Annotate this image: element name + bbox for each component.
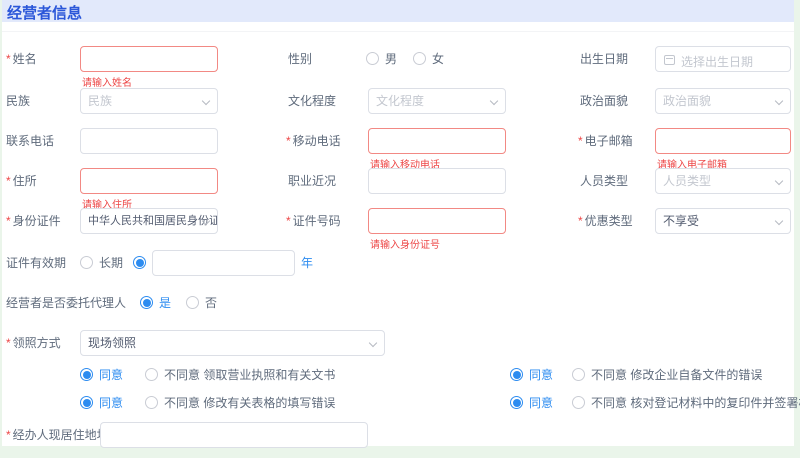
page-title: 经营者信息 <box>7 2 82 23</box>
agreement4-agree-label[interactable]: 同意 <box>529 397 553 410</box>
person-type-label: 人员类型 <box>580 168 628 194</box>
agreement3-agree-label[interactable]: 同意 <box>99 397 123 410</box>
agreement1-disagree-label[interactable]: 不同意 领取营业执照和有关文书 <box>164 369 335 382</box>
header-divider <box>2 31 794 32</box>
license-method-label: *领照方式 <box>6 330 61 356</box>
operator-info-page: 经营者信息 *姓名 请输入姓名 性别 男 女 出生日期 选择出生日期 民族 民族… <box>0 0 800 458</box>
agreement2-disagree-radio[interactable] <box>572 368 585 381</box>
agreement4-disagree-label[interactable]: 不同意 核对登记材料中的复印件并签署核对意见 <box>591 397 800 410</box>
name-label: *姓名 <box>6 46 37 72</box>
chevron-down-icon <box>202 218 210 226</box>
agreement2-disagree-label[interactable]: 不同意 修改企业自备文件的错误 <box>591 369 762 382</box>
gender-label: 性别 <box>288 46 312 72</box>
agreement3-agree-radio[interactable] <box>80 396 93 409</box>
name-input[interactable] <box>80 46 218 72</box>
id-number-label: *证件号码 <box>286 208 341 234</box>
agreement1-agree-radio[interactable] <box>80 368 93 381</box>
agreement1-disagree-radio[interactable] <box>145 368 158 381</box>
person-type-select[interactable]: 人员类型 <box>655 168 791 194</box>
id-type-label: *身份证件 <box>6 208 61 234</box>
validity-longterm-radio[interactable] <box>80 256 93 269</box>
id-type-select[interactable]: 中华人民共和国居民身份证 <box>80 208 218 234</box>
id-number-error: 请输入身份证号 <box>370 236 440 251</box>
email-label: *电子邮箱 <box>578 128 633 154</box>
agreement1-agree-label[interactable]: 同意 <box>99 369 123 382</box>
occupation-input[interactable] <box>368 168 506 194</box>
year-suffix-label: 年 <box>301 257 313 270</box>
gender-male-radio[interactable] <box>366 52 379 65</box>
handler-address-input[interactable] <box>100 422 368 448</box>
mobile-phone-input[interactable] <box>368 128 506 154</box>
discount-type-label: *优惠类型 <box>578 208 633 234</box>
validity-years-radio[interactable] <box>133 256 146 269</box>
validity-years-input[interactable] <box>152 250 295 276</box>
section-header: 经营者信息 <box>2 0 794 22</box>
political-status-label: 政治面貌 <box>580 88 628 114</box>
ethnicity-select[interactable]: 民族 <box>80 88 218 114</box>
gender-female-radio[interactable] <box>413 52 426 65</box>
email-input[interactable] <box>655 128 791 154</box>
agreement4-agree-radio[interactable] <box>510 396 523 409</box>
chevron-down-icon <box>490 98 498 106</box>
address-label: *住所 <box>6 168 37 194</box>
id-validity-label: 证件有效期 <box>6 250 66 276</box>
agreement3-disagree-radio[interactable] <box>145 396 158 409</box>
education-label: 文化程度 <box>288 88 336 114</box>
agreement3-disagree-label[interactable]: 不同意 修改有关表格的填写错误 <box>164 397 335 410</box>
birthdate-picker[interactable]: 选择出生日期 <box>655 46 791 72</box>
contact-phone-input[interactable] <box>80 128 218 154</box>
validity-longterm-option[interactable]: 长期 <box>99 257 123 270</box>
occupation-label: 职业近况 <box>288 168 336 194</box>
id-number-input[interactable] <box>368 208 506 234</box>
contact-phone-label: 联系电话 <box>6 128 54 154</box>
ethnicity-label: 民族 <box>6 88 30 114</box>
gender-female-option[interactable]: 女 <box>432 53 444 66</box>
address-input[interactable] <box>80 168 218 194</box>
education-select[interactable]: 文化程度 <box>368 88 506 114</box>
license-method-select[interactable]: 现场领照 <box>80 330 385 356</box>
calendar-icon <box>664 55 675 65</box>
chevron-down-icon <box>775 218 783 226</box>
discount-type-select[interactable]: 不享受 <box>655 208 791 234</box>
chevron-down-icon <box>775 98 783 106</box>
agreement2-agree-label[interactable]: 同意 <box>529 369 553 382</box>
birthdate-label: 出生日期 <box>580 46 628 72</box>
gender-male-option[interactable]: 男 <box>385 53 397 66</box>
agent-label: 经营者是否委托代理人 <box>6 290 126 316</box>
agreement2-agree-radio[interactable] <box>510 368 523 381</box>
agent-yes-radio[interactable] <box>140 296 153 309</box>
mobile-phone-label: *移动电话 <box>286 128 341 154</box>
chevron-down-icon <box>369 340 377 348</box>
handler-address-label: *经办人现居住地址 <box>6 422 109 448</box>
agent-no-radio[interactable] <box>186 296 199 309</box>
birthdate-placeholder: 选择出生日期 <box>681 53 753 70</box>
chevron-down-icon <box>202 98 210 106</box>
agent-no-option[interactable]: 否 <box>205 297 217 310</box>
chevron-down-icon <box>775 178 783 186</box>
name-error: 请输入姓名 <box>82 74 132 89</box>
agreement4-disagree-radio[interactable] <box>572 396 585 409</box>
political-status-select[interactable]: 政治面貌 <box>655 88 791 114</box>
agent-yes-option[interactable]: 是 <box>159 297 171 310</box>
